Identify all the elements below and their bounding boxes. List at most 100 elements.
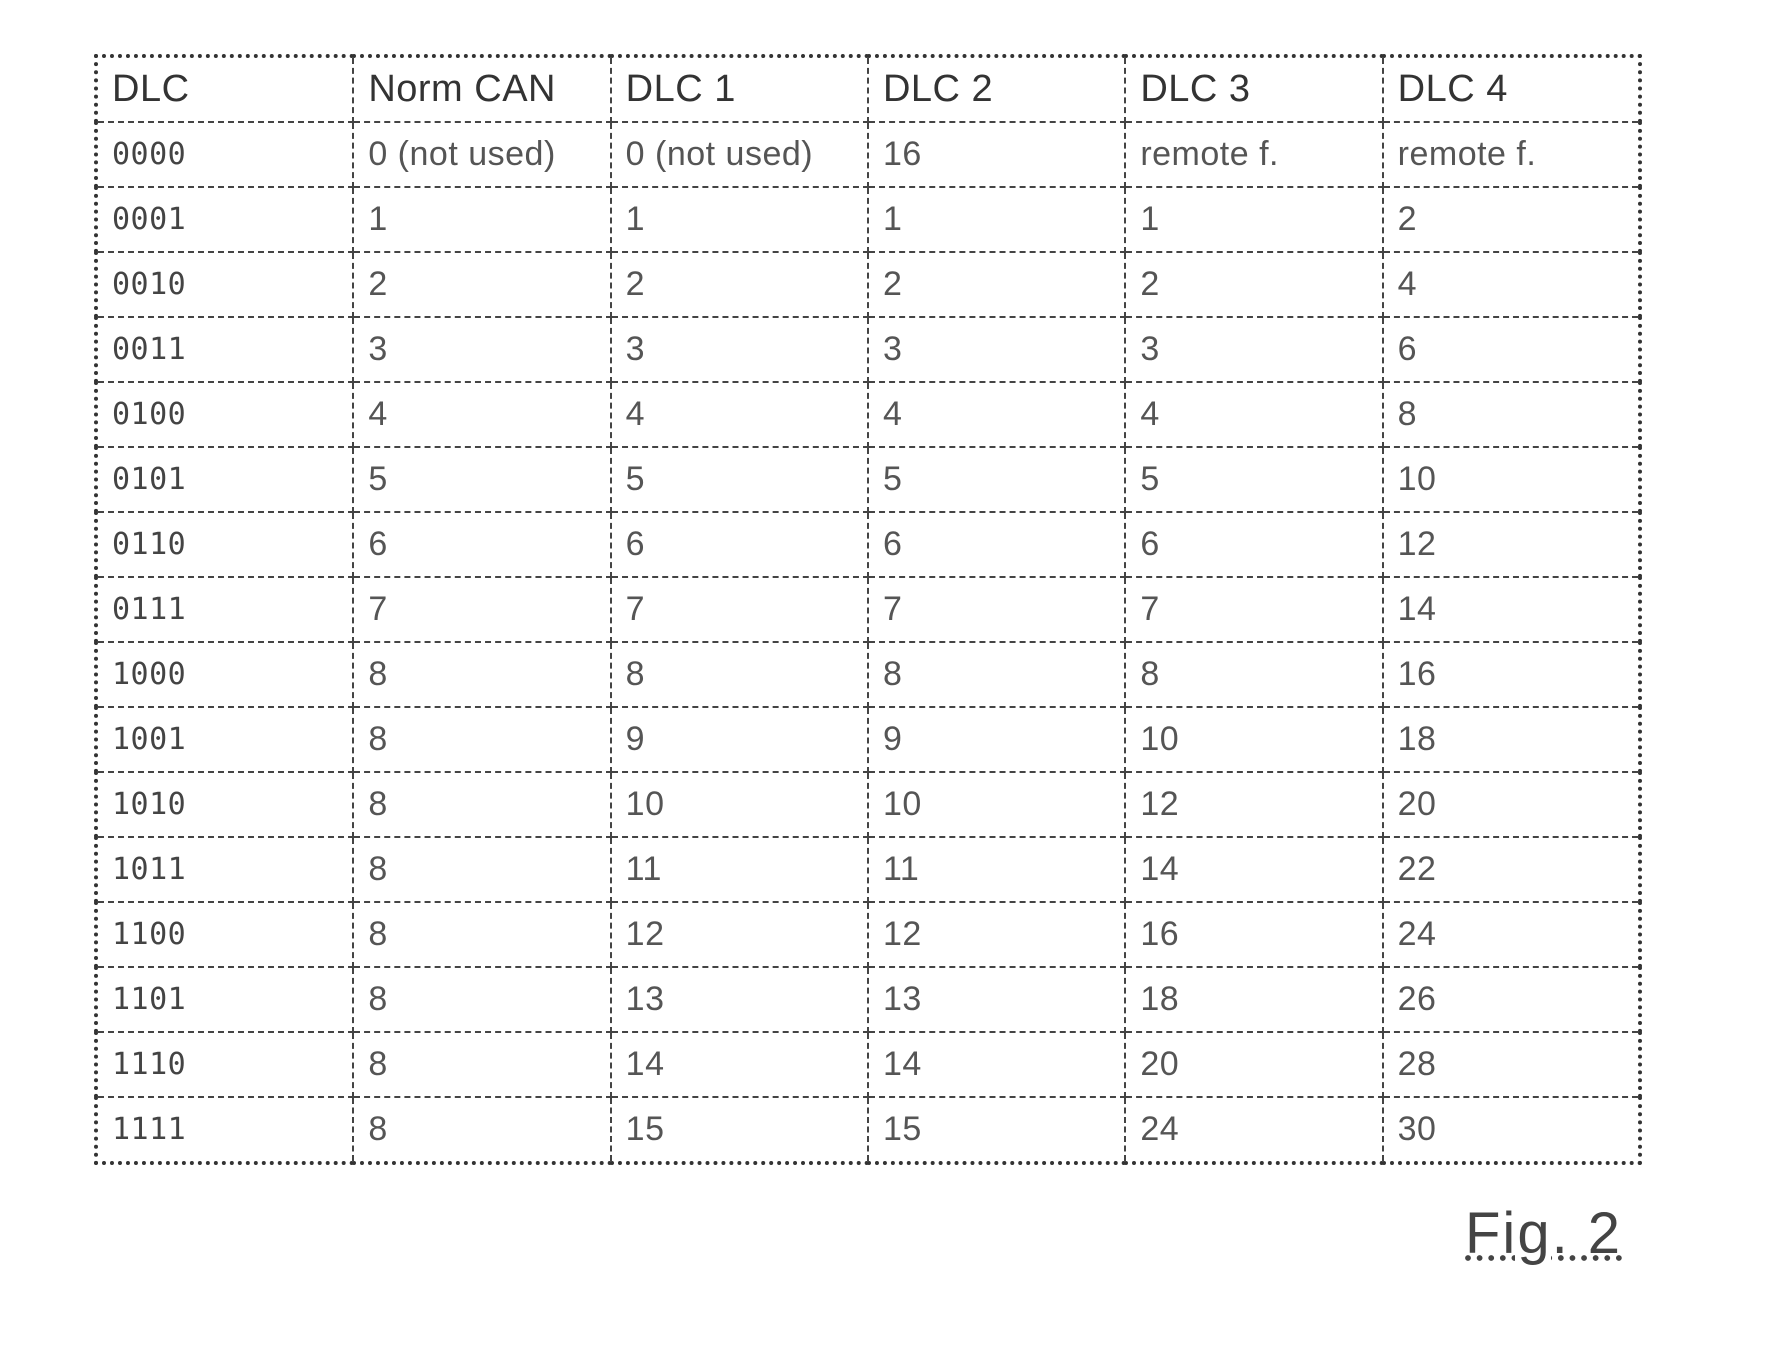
table-row: 1010 8 10 10 12 20	[94, 771, 1642, 838]
column-header: DLC 1	[609, 55, 869, 123]
table-cell: 0 (not used)	[352, 121, 612, 188]
table-cell: 8	[1381, 381, 1642, 448]
dlc-code-cell: 1100	[94, 901, 355, 968]
table-row: 0111 7 7 7 7 14	[94, 576, 1642, 643]
table-cell: 8	[352, 771, 612, 838]
table-cell: 12	[866, 901, 1127, 968]
table-cell: 2	[609, 251, 869, 318]
table-cell: remote f.	[1124, 121, 1384, 188]
table-cell: 10	[866, 771, 1127, 838]
table-row: 0010 2 2 2 2 4	[94, 251, 1642, 318]
table-row: 0101 5 5 5 5 10	[94, 446, 1642, 513]
table-cell: 7	[609, 576, 869, 643]
table-cell: 11	[609, 836, 869, 903]
table-cell: 14	[609, 1031, 869, 1098]
table-cell: 4	[866, 381, 1127, 448]
table-cell: 9	[866, 706, 1127, 773]
table-cell: 10	[609, 771, 869, 838]
table-cell: 26	[1381, 966, 1642, 1033]
table-row: 0100 4 4 4 4 8	[94, 381, 1642, 448]
table-cell: 3	[609, 316, 869, 383]
table-cell: 6	[1124, 511, 1384, 578]
table-cell: 7	[866, 576, 1127, 643]
table-cell: 1	[609, 186, 869, 253]
table-cell: 6	[1381, 316, 1642, 383]
table-row: 0000 0 (not used) 0 (not used) 16 remote f. r…	[94, 121, 1642, 188]
table-row: 1110 8 14 14 20 28	[94, 1031, 1642, 1098]
table-cell: 7	[1124, 576, 1384, 643]
table-cell: 20	[1124, 1031, 1384, 1098]
table-cell: 10	[1124, 706, 1384, 773]
dlc-table: DLC Norm CAN DLC 1 DLC 2 DLC 3 DLC 4 0000 0 (n…	[94, 54, 1642, 1165]
table-cell: 12	[1381, 511, 1642, 578]
table-cell: 4	[352, 381, 612, 448]
table-cell: 6	[866, 511, 1127, 578]
column-header: DLC 3	[1124, 55, 1384, 123]
table-row: 0001 1 1 1 1 2	[94, 186, 1642, 253]
table-cell: 14	[1124, 836, 1384, 903]
dlc-code-cell: 0100	[94, 381, 355, 448]
table-cell: remote f.	[1381, 121, 1642, 188]
table-cell: 18	[1381, 706, 1642, 773]
dlc-code-cell: 0110	[94, 511, 355, 578]
table-cell: 22	[1381, 836, 1642, 903]
figure-label: Fig. 2	[1465, 1201, 1623, 1266]
table-cell: 16	[1381, 641, 1642, 708]
table-cell: 28	[1381, 1031, 1642, 1098]
dlc-code-cell: 1110	[94, 1031, 355, 1098]
table-cell: 3	[352, 316, 612, 383]
table-cell: 8	[352, 706, 612, 773]
table-cell: 8	[352, 1031, 612, 1098]
table-cell: 8	[352, 836, 612, 903]
table-row: 1111 8 15 15 24 30	[94, 1096, 1642, 1164]
table-cell: 14	[866, 1031, 1127, 1098]
dlc-code-cell: 0001	[94, 186, 355, 253]
table-cell: 18	[1124, 966, 1384, 1033]
table-cell: 3	[866, 316, 1127, 383]
table-row: 1101 8 13 13 18 26	[94, 966, 1642, 1033]
table-cell: 6	[609, 511, 869, 578]
table-cell: 16	[866, 121, 1127, 188]
table-cell: 2	[1381, 186, 1642, 253]
table-cell: 8	[352, 966, 612, 1033]
dlc-code-cell: 0011	[94, 316, 355, 383]
table-cell: 0 (not used)	[609, 121, 869, 188]
table-cell: 8	[352, 1096, 612, 1164]
table-cell: 5	[1124, 446, 1384, 513]
header-row: DLC Norm CAN DLC 1 DLC 2 DLC 3 DLC 4	[94, 55, 1642, 123]
table-cell: 8	[609, 641, 869, 708]
table-cell: 5	[866, 446, 1127, 513]
table-cell: 1	[1124, 186, 1384, 253]
table-cell: 11	[866, 836, 1127, 903]
column-header: DLC	[94, 55, 355, 123]
dlc-code-cell: 0111	[94, 576, 355, 643]
dlc-code-cell: 1101	[94, 966, 355, 1033]
table-cell: 1	[866, 186, 1127, 253]
table-cell: 8	[352, 641, 612, 708]
table-cell: 13	[609, 966, 869, 1033]
dlc-code-cell: 0010	[94, 251, 355, 318]
table-row: 0110 6 6 6 6 12	[94, 511, 1642, 578]
table-cell: 2	[352, 251, 612, 318]
table-cell: 8	[1124, 641, 1384, 708]
table-cell: 15	[609, 1096, 869, 1164]
table-cell: 14	[1381, 576, 1642, 643]
table-cell: 6	[352, 511, 612, 578]
table-cell: 1	[352, 186, 612, 253]
table-cell: 3	[1124, 316, 1384, 383]
table-cell: 10	[1381, 446, 1642, 513]
table-cell: 4	[1124, 381, 1384, 448]
table-row: 1000 8 8 8 8 16	[94, 641, 1642, 708]
table-cell: 7	[352, 576, 612, 643]
table-cell: 8	[866, 641, 1127, 708]
dlc-code-cell: 1010	[94, 771, 355, 838]
table-cell: 16	[1124, 901, 1384, 968]
column-header: DLC 4	[1381, 55, 1642, 123]
dlc-table-container: DLC Norm CAN DLC 1 DLC 2 DLC 3 DLC 4 0000 0 (n…	[94, 54, 1642, 1165]
table-cell: 2	[866, 251, 1127, 318]
table-body: 0000 0 (not used) 0 (not used) 16 remote f. r…	[94, 121, 1642, 1164]
table-cell: 5	[609, 446, 869, 513]
table-row: 0011 3 3 3 3 6	[94, 316, 1642, 383]
table-cell: 5	[352, 446, 612, 513]
column-header: Norm CAN	[352, 55, 612, 123]
